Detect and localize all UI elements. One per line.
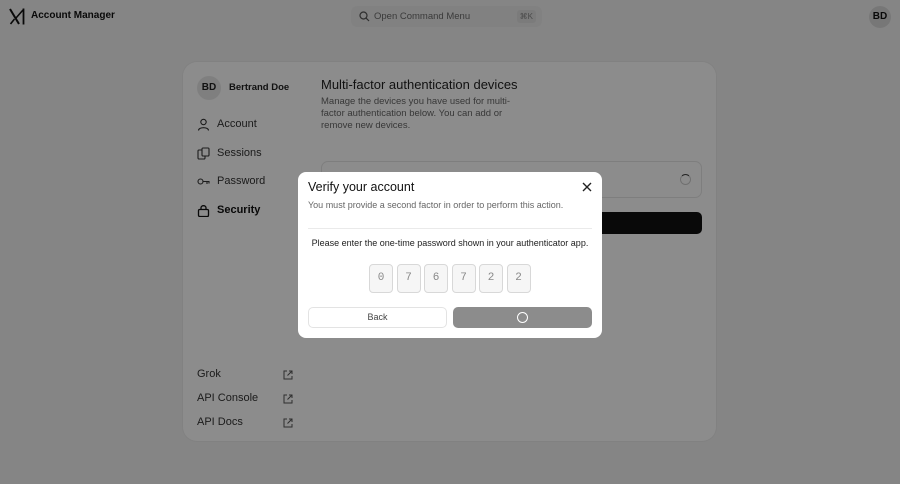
loading-spinner-icon <box>517 312 528 323</box>
otp-prompt: Please enter the one-time password shown… <box>311 238 589 248</box>
otp-digit-input[interactable]: 0 <box>369 264 393 293</box>
verify-button[interactable] <box>453 307 592 328</box>
otp-digit-input[interactable]: 7 <box>451 264 476 293</box>
otp-digit-input[interactable]: 2 <box>506 264 531 293</box>
otp-digit-input[interactable]: 7 <box>396 264 421 293</box>
verify-account-dialog: Verify your account You must provide a s… <box>298 172 602 338</box>
dialog-subtitle: You must provide a second factor in orde… <box>308 200 564 210</box>
otp-digit-input[interactable]: 6 <box>424 264 448 293</box>
divider <box>308 228 592 229</box>
otp-input-group: 0 7 6 7 2 2 <box>369 264 532 293</box>
close-icon[interactable] <box>582 182 592 192</box>
otp-digit-input[interactable]: 2 <box>479 264 503 293</box>
back-button[interactable]: Back <box>308 307 447 328</box>
dialog-title: Verify your account <box>308 180 415 194</box>
